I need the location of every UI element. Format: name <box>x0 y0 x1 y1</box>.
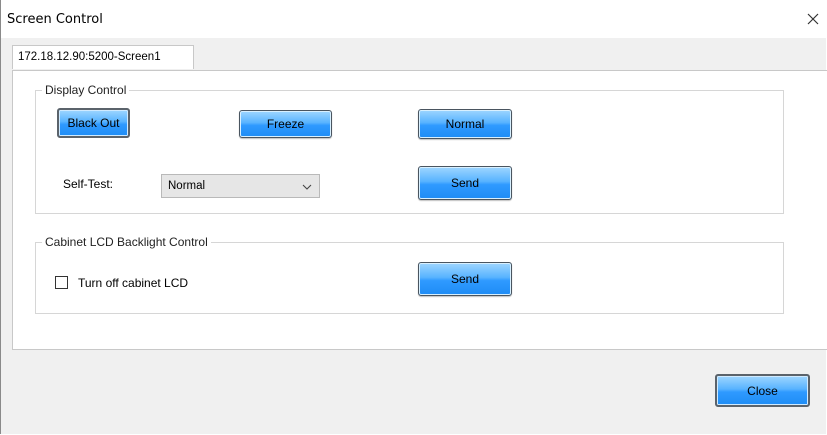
window-title: Screen Control <box>7 12 103 27</box>
tab-label: 172.18.12.90:5200-Screen1 <box>18 51 161 63</box>
display-control-label: Display Control <box>42 83 130 97</box>
close-button-label: Close <box>747 383 778 398</box>
self-test-value: Normal <box>168 180 206 192</box>
screen-control-window: Screen Control 172.18.12.90:5200-Screen1… <box>0 0 827 434</box>
backlight-control-group: Cabinet LCD Backlight Control Turn off c… <box>35 235 784 314</box>
self-test-send-label: Send <box>450 176 480 190</box>
self-test-select[interactable]: Normal <box>161 174 320 198</box>
display-control-group: Display Control Black Out Freeze Normal … <box>35 83 784 214</box>
backlight-send-label: Send <box>450 272 480 286</box>
self-test-send-button[interactable]: Send <box>418 166 512 200</box>
close-icon[interactable] <box>800 6 826 32</box>
turn-off-lcd-label[interactable]: Turn off cabinet LCD <box>78 276 188 290</box>
turn-off-lcd-checkbox[interactable] <box>55 276 68 289</box>
black-out-button[interactable]: Black Out <box>57 108 130 138</box>
tab-strip: 172.18.12.90:5200-Screen1 <box>1 38 826 70</box>
tab-screen1[interactable]: 172.18.12.90:5200-Screen1 <box>12 45 194 69</box>
normal-button[interactable]: Normal <box>418 109 512 139</box>
freeze-label: Freeze <box>266 117 305 131</box>
backlight-send-button[interactable]: Send <box>418 262 512 296</box>
black-out-label: Black Out <box>67 116 120 130</box>
close-button[interactable]: Close <box>715 374 810 407</box>
title-bar: Screen Control <box>1 0 826 38</box>
freeze-button[interactable]: Freeze <box>239 110 332 138</box>
self-test-label: Self-Test: <box>63 177 114 191</box>
tab-panel: Display Control Black Out Freeze Normal … <box>12 70 827 350</box>
normal-label: Normal <box>445 117 485 131</box>
chevron-down-icon <box>301 177 313 195</box>
backlight-control-label: Cabinet LCD Backlight Control <box>42 235 211 249</box>
